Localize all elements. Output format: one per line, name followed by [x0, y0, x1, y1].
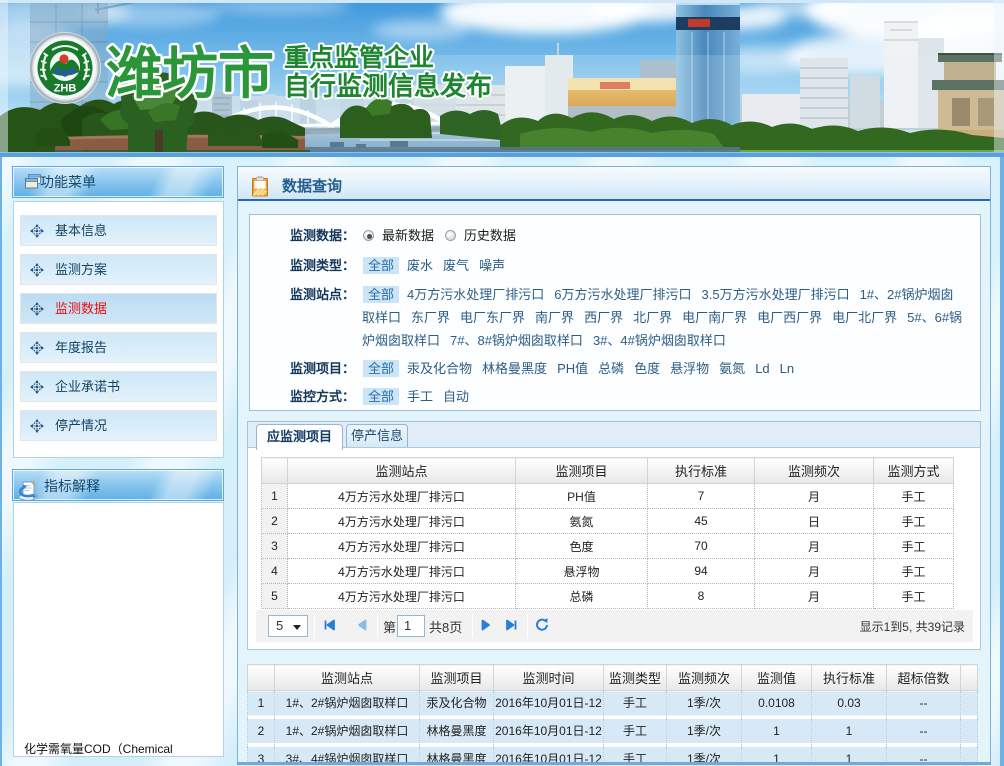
svg-text:ZHB: ZHB	[54, 83, 77, 95]
svg-text:重点监管企业: 重点监管企业	[284, 43, 434, 72]
svg-text:自行监测信息发布: 自行监测信息发布	[284, 71, 492, 101]
svg-text:潍坊市: 潍坊市	[106, 42, 274, 105]
